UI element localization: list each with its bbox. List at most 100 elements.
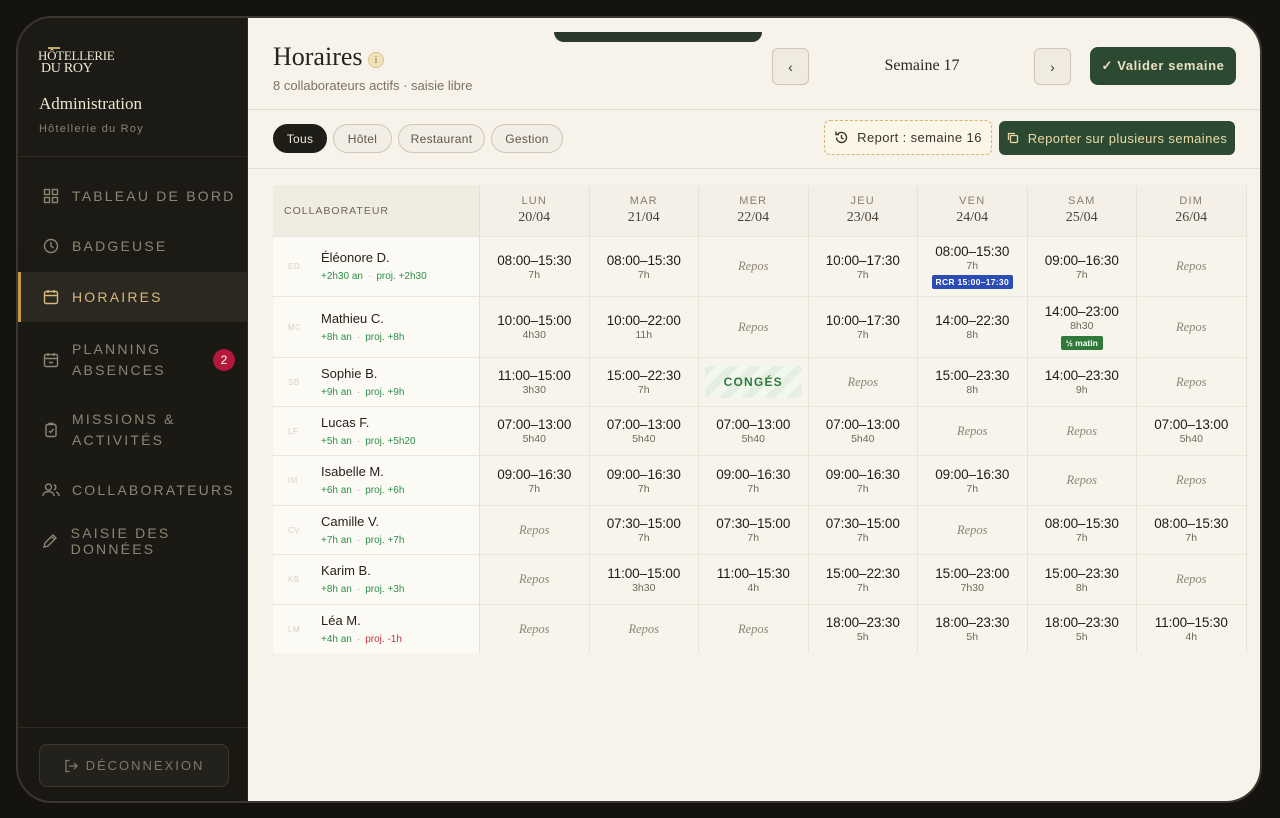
shift-cell[interactable]: 18:00–23:30 5h	[808, 605, 918, 653]
filter-restaurant[interactable]: Restaurant	[398, 124, 485, 153]
filter-gestion[interactable]: Gestion	[491, 124, 563, 153]
collaborator-cell[interactable]: SB Sophie B. +9h an · proj. +9h	[273, 358, 480, 406]
collaborator-cell[interactable]: KB Karim B. +8h an · proj. +3h	[273, 555, 480, 604]
shift-cell[interactable]: 14:00–23:00 8h30 ½ matin	[1027, 297, 1137, 357]
shift-cell[interactable]: 15:00–22:30 7h	[808, 555, 918, 604]
collaborator-cell[interactable]: LF Lucas F. +5h an · proj. +5h20	[273, 407, 480, 455]
shift-cell[interactable]: Repos	[699, 605, 809, 653]
shift-cell[interactable]: Repos	[699, 297, 809, 357]
shift-cell[interactable]: 08:00–15:30 7h	[589, 237, 699, 296]
collaborator-balance: +5h an · proj. +5h20	[321, 436, 416, 447]
shift-cell[interactable]: 15:00–22:30 7h	[589, 358, 699, 406]
filter-tous[interactable]: Tous	[273, 124, 327, 153]
shift-cell[interactable]: 07:00–13:00 5h40	[699, 407, 809, 455]
rest-day-label: Repos	[518, 572, 550, 586]
shift-cell[interactable]: 11:00–15:30 4h	[1137, 605, 1247, 653]
shift-cell[interactable]: Repos	[918, 506, 1028, 554]
shift-cell[interactable]: 09:00–16:30 7h	[918, 456, 1028, 505]
shift-time: 08:00–15:30	[497, 252, 572, 268]
shift-cell[interactable]: 11:00–15:30 4h	[699, 555, 809, 604]
shift-cell[interactable]: 08:00–15:30 7h RCR 15:00–17:30	[918, 237, 1028, 296]
shift-cell[interactable]: 09:00–16:30 7h	[589, 456, 699, 505]
shift-cell[interactable]: 09:00–16:30 7h	[480, 456, 590, 505]
shift-time: 08:00–15:30	[606, 252, 681, 268]
shift-cell[interactable]: Repos	[918, 407, 1028, 455]
sidebar-divider	[18, 156, 247, 157]
shift-cell[interactable]: 18:00–23:30 5h	[918, 605, 1028, 653]
shift-cell[interactable]: 08:00–15:30 7h	[1027, 506, 1137, 554]
shift-cell[interactable]: 09:00–16:30 7h	[1027, 237, 1137, 296]
shift-cell[interactable]: 15:00–23:30 8h	[1027, 555, 1137, 604]
shift-cell[interactable]: 15:00–23:30 8h	[918, 358, 1028, 406]
shift-cell[interactable]: 07:30–15:00 7h	[589, 506, 699, 554]
shift-time: 14:00–22:30	[935, 313, 1010, 328]
nav-badgeuse[interactable]: BADGEUSE	[18, 224, 247, 268]
nav-tableau-de-bord[interactable]: TABLEAU DE BORD	[18, 174, 247, 218]
shift-cell[interactable]: CONGÉS	[699, 358, 809, 406]
shift-cell[interactable]: 10:00–17:30 7h	[808, 237, 918, 296]
validate-week-button[interactable]: ✓ Valider semaine	[1090, 47, 1236, 85]
report-multiple-weeks-button[interactable]: Reporter sur plusieurs semaines	[999, 121, 1235, 155]
shift-cell[interactable]: 08:00–15:30 7h	[480, 237, 590, 296]
shift-cell[interactable]: 14:00–23:30 9h	[1027, 358, 1137, 406]
collaborator-column-header: COLLABORATEUR	[273, 185, 480, 236]
shift-duration: 7h	[856, 268, 869, 281]
nav-horaires[interactable]: HORAIRES	[18, 272, 247, 322]
shift-cell[interactable]: 07:00–13:00 5h40	[589, 407, 699, 455]
shift-cell[interactable]: Repos	[808, 358, 918, 406]
info-icon[interactable]: i	[368, 52, 384, 68]
shift-cell[interactable]: Repos	[1137, 297, 1247, 357]
shift-cell[interactable]: 10:00–15:00 4h30	[480, 297, 590, 357]
shift-cell[interactable]: Repos	[480, 605, 590, 653]
previous-week-button[interactable]: ‹	[772, 48, 809, 85]
shift-cell[interactable]: Repos	[1137, 237, 1247, 296]
shift-cell[interactable]: 08:00–15:30 7h	[1137, 506, 1247, 554]
shift-cell[interactable]: 09:00–16:30 7h	[808, 456, 918, 505]
shift-duration: 5h	[966, 631, 979, 643]
avatar: KB	[288, 575, 300, 584]
shift-cell[interactable]: Repos	[589, 605, 699, 653]
shift-cell[interactable]: Repos	[1137, 358, 1247, 406]
shift-cell[interactable]: Repos	[480, 555, 590, 604]
shift-cell[interactable]: 15:00–23:00 7h30	[918, 555, 1028, 604]
collaborator-cell[interactable]: ED Éléonore D. +2h30 an · proj. +2h30	[273, 237, 480, 296]
brand-logo: HÔTELLERIE DU ROY	[38, 42, 115, 76]
nav-collaborateurs[interactable]: COLLABORATEURS	[18, 468, 247, 512]
shift-cell[interactable]: Repos	[699, 237, 809, 296]
next-week-button[interactable]: ›	[1034, 48, 1071, 85]
table-row: LM Léa M. +4h an · proj. -1h Repos Repos Repos 1…	[273, 604, 1248, 653]
shift-cell[interactable]: Repos	[1027, 407, 1137, 455]
shift-cell[interactable]: Repos	[1137, 456, 1247, 505]
rest-day-label: Repos	[737, 259, 769, 273]
shift-cell[interactable]: 07:30–15:00 7h	[699, 506, 809, 554]
shift-cell[interactable]: 10:00–22:00 11h	[589, 297, 699, 357]
shift-cell[interactable]: 07:00–13:00 5h40	[480, 407, 590, 455]
filter-hotel[interactable]: Hôtel	[333, 124, 392, 153]
shift-cell[interactable]: 11:00–15:00 3h30	[480, 358, 590, 406]
shift-cell[interactable]: Repos	[1027, 456, 1137, 505]
day-header: SAM 25/04	[1027, 185, 1137, 236]
shift-cell[interactable]: 11:00–15:00 3h30	[589, 555, 699, 604]
shift-cell[interactable]: 07:00–13:00 5h40	[1137, 407, 1247, 455]
collaborator-cell[interactable]: LM Léa M. +4h an · proj. -1h	[273, 605, 480, 653]
day-header: MER 22/04	[699, 185, 809, 236]
nav-missions-activites[interactable]: MISSIONS & ACTIVITÉS	[18, 404, 247, 456]
shift-cell[interactable]: 07:30–15:00 7h	[808, 506, 918, 554]
shift-cell[interactable]: 18:00–23:30 5h	[1027, 605, 1137, 653]
nav-saisie-des-donnees[interactable]: SAISIE DES DONNÉES	[18, 519, 247, 563]
collaborator-cell[interactable]: CV Camille V. +7h an · proj. +7h	[273, 506, 480, 554]
shift-cell[interactable]: 07:00–13:00 5h40	[808, 407, 918, 455]
shift-cell[interactable]: 09:00–16:30 7h	[699, 456, 809, 505]
collaborator-cell[interactable]: MC Mathieu C. +8h an · proj. +8h	[273, 297, 480, 357]
report-label: Report : semaine 16	[857, 130, 982, 145]
sidebar-subtitle: Hôtellerie du Roy	[39, 123, 144, 135]
shift-cell[interactable]: Repos	[1137, 555, 1247, 604]
report-week-button[interactable]: Report : semaine 16	[824, 120, 992, 155]
collaborator-cell[interactable]: IM Isabelle M. +6h an · proj. +6h	[273, 456, 480, 505]
shift-duration: 7h	[1075, 532, 1088, 544]
shift-cell[interactable]: 10:00–17:30 7h	[808, 297, 918, 357]
nav-planning-absences[interactable]: PLANNING ABSENCES 2	[18, 334, 247, 386]
shift-cell[interactable]: Repos	[480, 506, 590, 554]
logout-button[interactable]: DÉCONNEXION	[39, 744, 229, 787]
shift-cell[interactable]: 14:00–22:30 8h	[918, 297, 1028, 357]
